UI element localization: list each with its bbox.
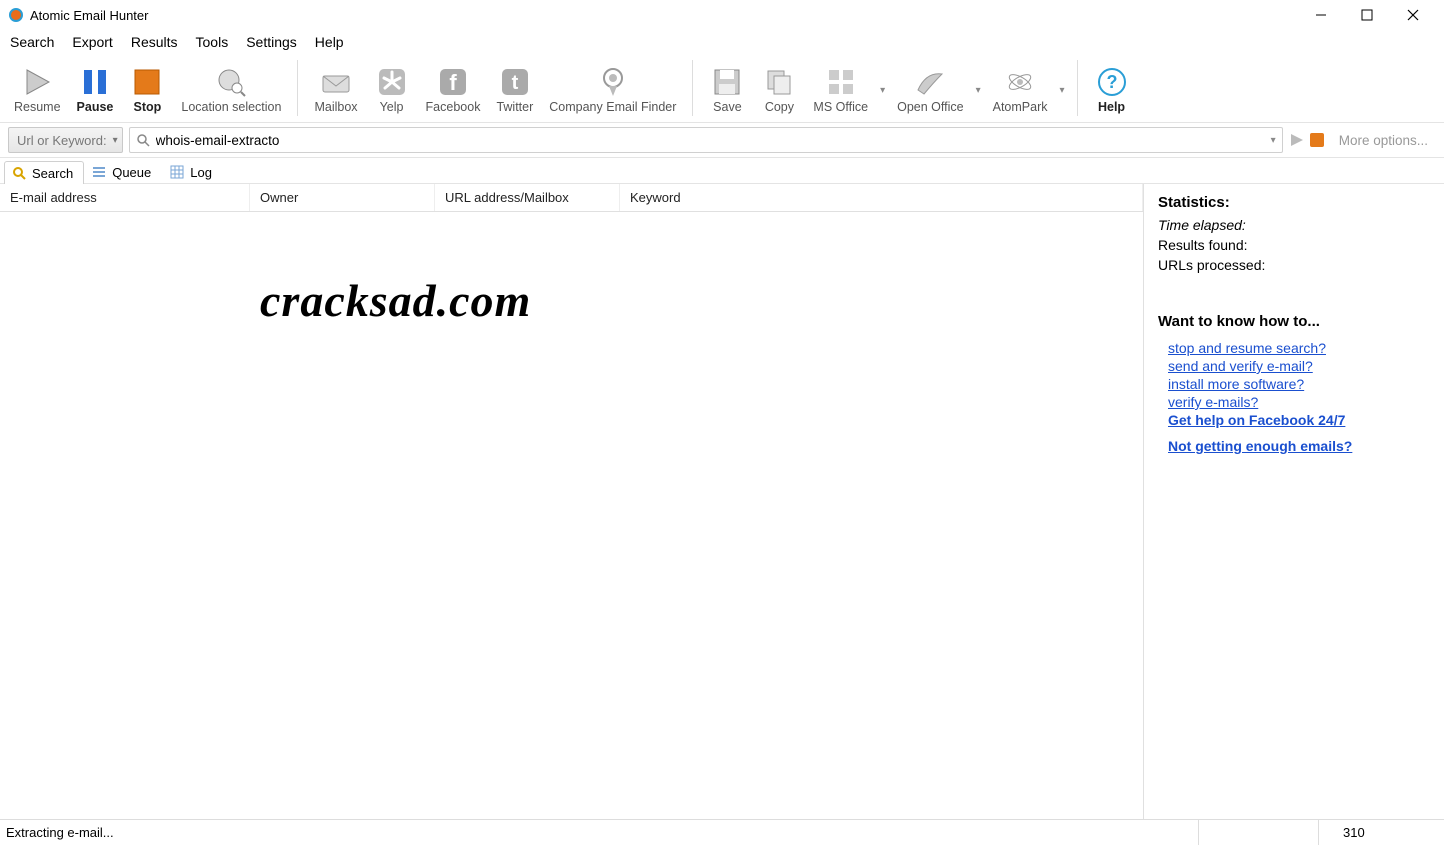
svg-text:f: f <box>449 70 457 95</box>
howto-heading: Want to know how to... <box>1158 313 1430 330</box>
search-field-container: ▾ <box>129 127 1283 153</box>
twitter-button[interactable]: t Twitter <box>488 64 541 116</box>
status-text: Extracting e-mail... <box>6 825 114 840</box>
pause-button[interactable]: Pause <box>69 64 122 116</box>
pause-icon <box>79 66 111 98</box>
grid-icon <box>169 164 185 180</box>
howto-link-install-software[interactable]: install more software? <box>1168 376 1430 392</box>
search-icon <box>11 165 27 181</box>
go-button[interactable] <box>1289 132 1325 148</box>
yelp-icon <box>376 66 408 98</box>
col-owner[interactable]: Owner <box>250 184 435 211</box>
status-empty <box>1198 820 1318 845</box>
search-input[interactable] <box>156 133 1271 148</box>
address-bar: Url or Keyword: ▾ ▾ More options... <box>0 123 1444 158</box>
help-button[interactable]: ? Help <box>1086 64 1138 116</box>
menu-search[interactable]: Search <box>10 34 54 50</box>
yelp-button[interactable]: Yelp <box>366 64 418 116</box>
copy-icon <box>763 66 795 98</box>
tabs-row: Search Queue Log <box>0 158 1444 184</box>
not-enough-emails-link[interactable]: Not getting enough emails? <box>1168 438 1430 454</box>
statusbar: Extracting e-mail... 310 <box>0 819 1444 845</box>
toolbar: Resume Pause Stop Location selection Mai… <box>0 56 1444 123</box>
tab-log[interactable]: Log <box>162 160 223 183</box>
openoffice-icon <box>914 66 946 98</box>
mailbox-icon <box>320 66 352 98</box>
howto-link-stop-resume[interactable]: stop and resume search? <box>1168 340 1430 356</box>
menu-export[interactable]: Export <box>72 34 112 50</box>
menu-tools[interactable]: Tools <box>196 34 229 50</box>
tab-label: Search <box>32 166 73 181</box>
stat-urls: URLs processed: <box>1158 257 1430 273</box>
col-email[interactable]: E-mail address <box>0 184 250 211</box>
menu-results[interactable]: Results <box>131 34 178 50</box>
stop-icon <box>131 66 163 98</box>
menubar: Search Export Results Tools Settings Hel… <box>0 30 1444 56</box>
window-title: Atomic Email Hunter <box>30 8 148 23</box>
globe-search-icon <box>215 66 247 98</box>
howto-link-verify-emails[interactable]: verify e-mails? <box>1168 394 1430 410</box>
close-button[interactable] <box>1390 0 1436 30</box>
menu-settings[interactable]: Settings <box>246 34 297 50</box>
msoffice-icon <box>825 66 857 98</box>
stat-results: Results found: <box>1158 237 1430 253</box>
search-icon <box>136 133 150 147</box>
content-area: E-mail address Owner URL address/Mailbox… <box>0 184 1444 819</box>
search-mode-label: Url or Keyword: <box>17 133 107 148</box>
openoffice-button[interactable]: Open Office <box>889 64 971 116</box>
copy-button[interactable]: Copy <box>753 64 805 116</box>
openoffice-dropdown[interactable]: ▾ <box>972 85 985 96</box>
atom-icon <box>1004 66 1036 98</box>
titlebar: Atomic Email Hunter <box>0 0 1444 30</box>
target-icon <box>597 66 629 98</box>
atompark-dropdown[interactable]: ▾ <box>1056 85 1069 96</box>
msoffice-dropdown[interactable]: ▾ <box>876 85 889 96</box>
list-icon <box>91 164 107 180</box>
more-options-link[interactable]: More options... <box>1331 133 1436 148</box>
help-icon: ? <box>1096 66 1128 98</box>
atompark-button[interactable]: AtomPark <box>985 64 1056 116</box>
msoffice-button[interactable]: MS Office <box>805 64 876 116</box>
twitter-icon: t <box>499 66 531 98</box>
save-button[interactable]: Save <box>701 64 753 116</box>
col-url[interactable]: URL address/Mailbox <box>435 184 620 211</box>
tab-queue[interactable]: Queue <box>84 160 162 183</box>
resume-button[interactable]: Resume <box>6 64 69 116</box>
save-icon <box>711 66 743 98</box>
side-panel: Statistics: Time elapsed: Results found:… <box>1144 184 1444 819</box>
column-headers: E-mail address Owner URL address/Mailbox… <box>0 184 1143 212</box>
chevron-down-icon: ▾ <box>113 135 118 146</box>
stop-button[interactable]: Stop <box>121 64 173 116</box>
stat-time: Time elapsed: <box>1158 217 1430 233</box>
app-icon <box>8 7 24 23</box>
minimize-button[interactable] <box>1298 0 1344 30</box>
watermark-text: cracksad.com <box>260 274 531 327</box>
tab-search[interactable]: Search <box>4 161 84 184</box>
tab-label: Log <box>190 165 212 180</box>
howto-link-send-verify[interactable]: send and verify e-mail? <box>1168 358 1430 374</box>
status-count: 310 <box>1318 820 1438 845</box>
col-keyword[interactable]: Keyword <box>620 184 1143 211</box>
svg-text:t: t <box>512 72 519 94</box>
search-mode-combo[interactable]: Url or Keyword: ▾ <box>8 127 123 153</box>
company-email-finder-button[interactable]: Company Email Finder <box>541 64 684 116</box>
chevron-down-icon[interactable]: ▾ <box>1271 135 1276 146</box>
facebook-button[interactable]: f Facebook <box>418 64 489 116</box>
facebook-help-link[interactable]: Get help on Facebook 24/7 <box>1168 412 1430 428</box>
maximize-button[interactable] <box>1344 0 1390 30</box>
results-grid: E-mail address Owner URL address/Mailbox… <box>0 184 1144 819</box>
svg-text:?: ? <box>1106 72 1117 92</box>
mailbox-button[interactable]: Mailbox <box>306 64 365 116</box>
play-icon <box>21 66 53 98</box>
facebook-icon: f <box>437 66 469 98</box>
tab-label: Queue <box>112 165 151 180</box>
stats-heading: Statistics: <box>1158 194 1430 211</box>
menu-help[interactable]: Help <box>315 34 344 50</box>
location-button[interactable]: Location selection <box>173 64 289 116</box>
